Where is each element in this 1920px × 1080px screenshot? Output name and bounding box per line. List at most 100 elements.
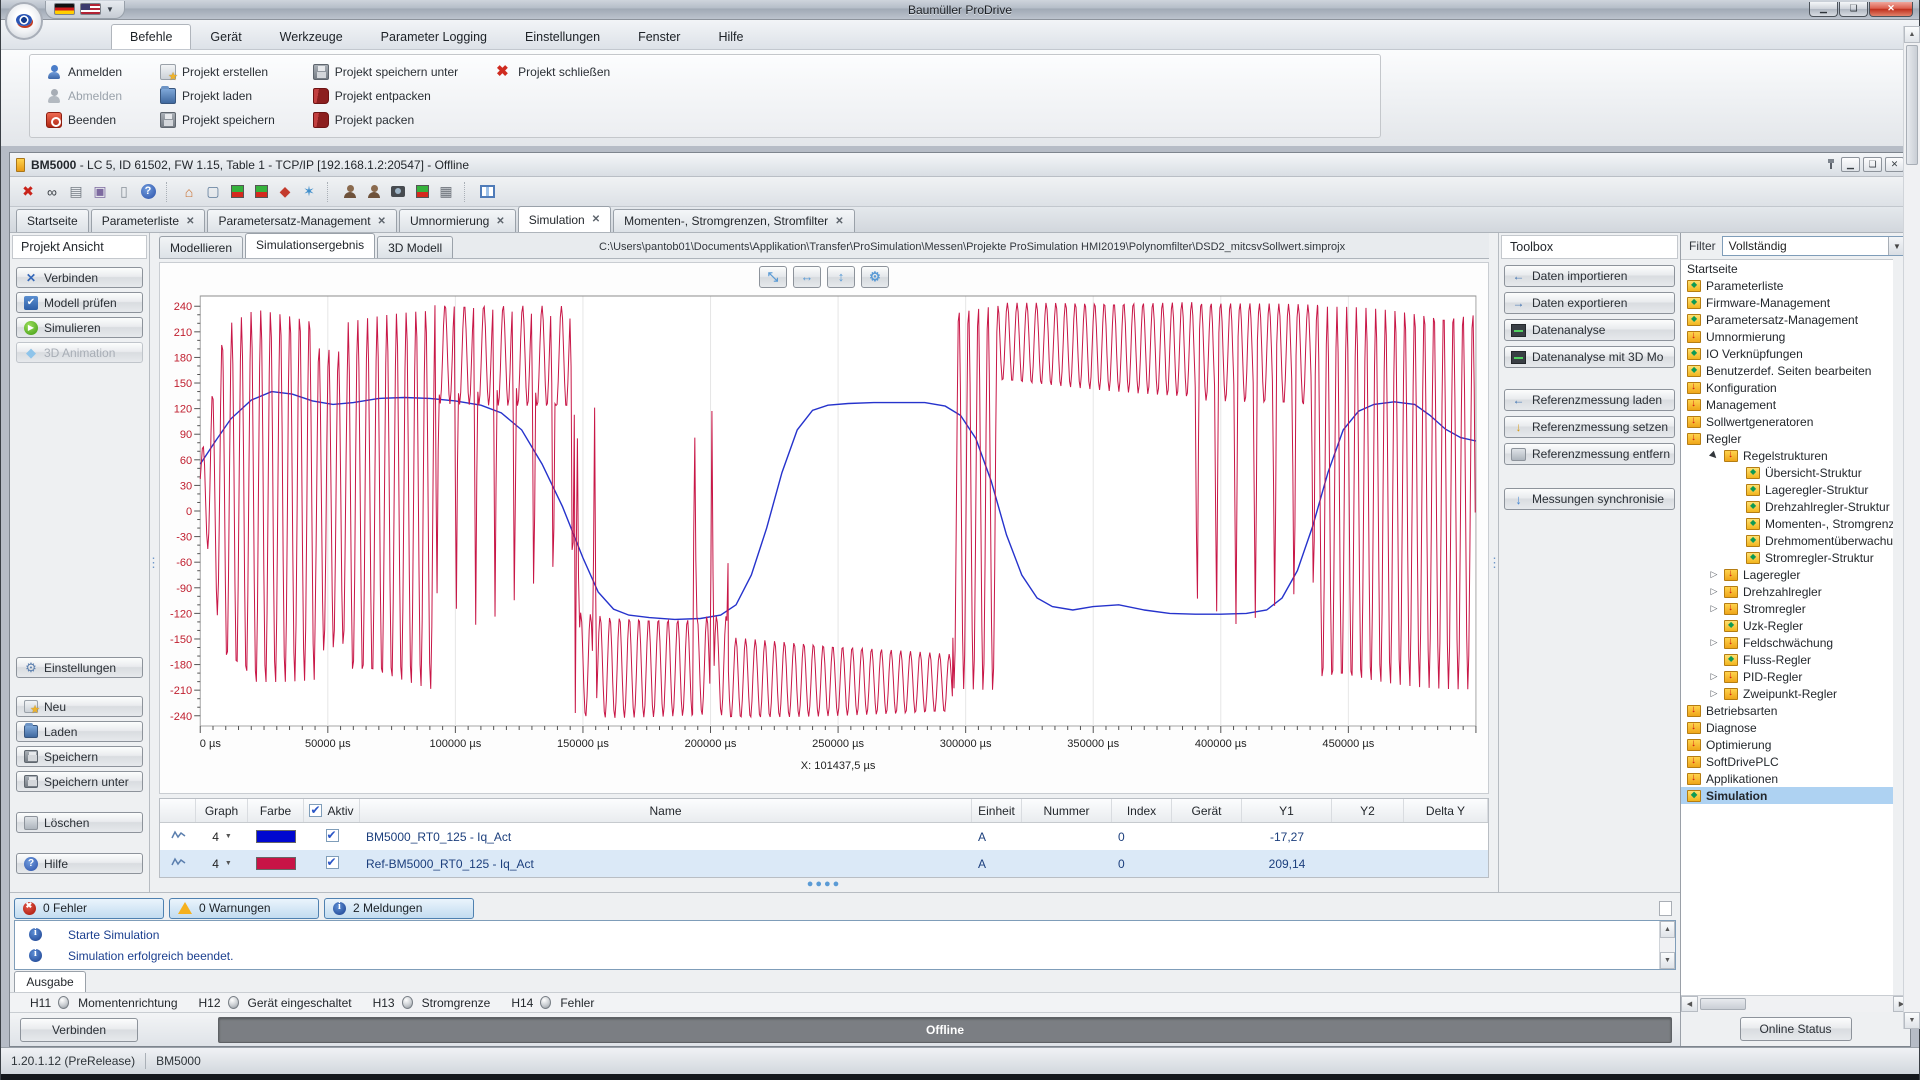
tab-parametersatz-management[interactable]: Parametersatz-Management✕ [207,209,396,232]
simulieren-button[interactable]: ▶Simulieren [16,317,143,338]
inner-tab-simulationsergebnis[interactable]: Simulationsergebnis [245,233,375,258]
levels-icon[interactable] [251,182,271,202]
tree-item-feldschwächung[interactable]: ▷Feldschwächung [1681,634,1893,651]
menu-tab-hilfe[interactable]: Hilfe [699,24,762,49]
user2-icon[interactable] [364,182,384,202]
tree-item-diagnose[interactable]: Diagnose [1681,719,1893,736]
tree-item-optimierung[interactable]: Optimierung [1681,736,1893,753]
messages-tab-2-meldungen[interactable]: 2 Meldungen [324,898,474,919]
tree-item-stromregler[interactable]: ▷Stromregler [1681,600,1893,617]
close-tab-icon[interactable]: ✕ [186,216,194,227]
tree-item-management[interactable]: Management [1681,396,1893,413]
doc-maximize-button[interactable]: ❏ [1863,157,1882,172]
network-icon[interactable]: ✶ [299,182,319,202]
doc-close-button[interactable]: ✕ [1885,157,1904,172]
save-icon[interactable]: ▣ [90,182,110,202]
tree-item-betriebsarten[interactable]: Betriebsarten [1681,702,1893,719]
scroll-down-icon[interactable]: ▼ [1904,1012,1920,1029]
user-icon[interactable] [340,182,360,202]
print-icon[interactable]: ▤ [66,182,86,202]
referenzmessung-laden-button[interactable]: ←Referenzmessung laden [1504,389,1675,411]
close-tab-icon[interactable]: ✕ [378,216,386,227]
tree-item-übersicht-struktur[interactable]: Übersicht-Struktur [1681,464,1893,481]
inner-tab-3d-modell[interactable]: 3D Modell [377,236,453,258]
scrollbar-thumb[interactable] [1906,45,1918,165]
ribbon-item-anmelden[interactable]: Anmelden [40,61,128,83]
color-swatch-cell[interactable] [248,857,304,870]
fit-horizontal-button[interactable]: ↔ [793,266,821,288]
tree-item-umnormierung[interactable]: Umnormierung [1681,328,1893,345]
close-tab-icon[interactable]: ✕ [496,216,504,227]
app-logo-icon[interactable] [5,2,43,40]
referenzmessung-setzen-button[interactable]: ↓Referenzmessung setzen [1504,416,1675,438]
tree-item-momenten-stromgrenzen-str[interactable]: Momenten-, Stromgrenzen, Str [1681,515,1893,532]
expand-icon[interactable]: ▷ [1709,586,1719,597]
scroll-up-icon[interactable]: ▲ [1904,26,1920,43]
ribbon-item-projekt-speichern[interactable]: Projekt speichern [154,109,281,131]
speichern-button[interactable]: Speichern [16,746,143,767]
online-status-button[interactable]: Online Status [1740,1017,1852,1041]
levels2-icon[interactable] [412,182,432,202]
tree-item-softdriveplc[interactable]: SoftDrivePLC [1681,753,1893,770]
monitor-icon[interactable]: ▦ [436,182,456,202]
scroll-up-icon[interactable]: ▲ [1660,921,1675,938]
tab-parameterliste[interactable]: Parameterliste✕ [91,209,206,232]
german-flag-icon[interactable] [54,3,75,15]
tree-horizontal-scrollbar[interactable]: ◀ ▶ [1681,995,1910,1012]
expand-icon[interactable]: ▷ [1709,688,1719,699]
chart-settings-button[interactable]: ⚙ [861,266,889,288]
chart-area[interactable]: 2402101801501209060300-30-60-90-120-150-… [159,290,1489,794]
close-tab-icon[interactable]: ✕ [592,214,600,225]
tree-item-sollwertgeneratoren[interactable]: Sollwertgeneratoren [1681,413,1893,430]
tree-item-io-verknüpfungen[interactable]: IO Verknüpfungen [1681,345,1893,362]
tree-item-parameterliste[interactable]: Parameterliste [1681,277,1893,294]
inner-tab-modellieren[interactable]: Modellieren [159,236,243,258]
expand-icon[interactable]: ▷ [1709,637,1719,648]
modell-prüfen-button[interactable]: ✔Modell prüfen [16,292,143,313]
messages-tab-0-fehler[interactable]: 0 Fehler [14,898,164,919]
ribbon-item-projekt-speichern-unter[interactable]: Projekt speichern unter [307,61,464,83]
neu-button[interactable]: Neu [16,696,143,717]
einstellungen-button[interactable]: ⚙Einstellungen [16,657,143,678]
speichern-unter-button[interactable]: Speichern unter [16,771,143,792]
ribbon-item-beenden[interactable]: Beenden [40,109,128,131]
tree-item-firmware-management[interactable]: Firmware-Management [1681,294,1893,311]
tree-item-benutzerdef-seiten-bearbeiten[interactable]: Benutzerdef. Seiten bearbeiten [1681,362,1893,379]
us-flag-icon[interactable] [80,3,101,15]
connect-button[interactable]: Verbinden [20,1018,138,1042]
aktiv-checkbox[interactable] [326,829,339,842]
menu-tab-einstellungen[interactable]: Einstellungen [506,24,619,49]
menu-tab-befehle[interactable]: Befehle [111,24,191,49]
tab-umnormierung[interactable]: Umnormierung✕ [399,209,516,232]
tree-item-applikationen[interactable]: Applikationen [1681,770,1893,787]
tree-item-stromregler-struktur[interactable]: Stromregler-Struktur [1681,549,1893,566]
tree-item-zweipunkt-regler[interactable]: ▷Zweipunkt-Regler [1681,685,1893,702]
scrollbar-thumb[interactable] [1700,998,1746,1010]
close-tab-icon[interactable]: ✕ [835,216,843,227]
scroll-down-icon[interactable]: ▼ [1660,952,1675,969]
message-scrollbar[interactable]: ▲ ▼ [1659,921,1675,969]
expand-icon[interactable]: ▷ [1709,671,1719,682]
tab-ausgabe[interactable]: Ausgabe [14,971,86,992]
graph-select[interactable]: 4▼ [196,857,248,871]
tree-item-drehmomentüberwachung[interactable]: Drehmomentüberwachung [1681,532,1893,549]
fit-vertical-button[interactable]: ↕ [827,266,855,288]
pin-icon[interactable] [1824,158,1838,172]
message-row[interactable]: Simulation erfolgreich beendet. [15,945,1675,966]
qat-dropdown-icon[interactable]: ▼ [106,5,114,14]
header-checkbox[interactable] [309,804,322,817]
table-row[interactable]: 4▼BM5000_RT0_125 - Iq_ActA0-17,27 [160,823,1488,850]
monitor-levels-icon[interactable] [227,182,247,202]
color-swatch-cell[interactable] [248,830,304,843]
left-splitter[interactable]: ⋮ [150,233,157,892]
right-splitter[interactable]: ⋮ [1491,233,1498,892]
hilfe-button[interactable]: ?Hilfe [16,853,143,874]
tree-item-fluss-regler[interactable]: Fluss-Regler [1681,651,1893,668]
menu-tab-werkzeuge[interactable]: Werkzeuge [261,24,362,49]
horizontal-splitter[interactable]: ●●●● [159,878,1489,888]
tree-item-simulation[interactable]: Simulation [1681,787,1893,804]
daten-exportieren-button[interactable]: →Daten exportieren [1504,292,1675,314]
table-row[interactable]: 4▼Ref-BM5000_RT0_125 - Iq_ActA0209,14 [160,850,1488,877]
tree-item-regelstrukturen[interactable]: ▶Regelstrukturen [1681,447,1893,464]
close-button[interactable]: ✕ [1869,2,1913,17]
